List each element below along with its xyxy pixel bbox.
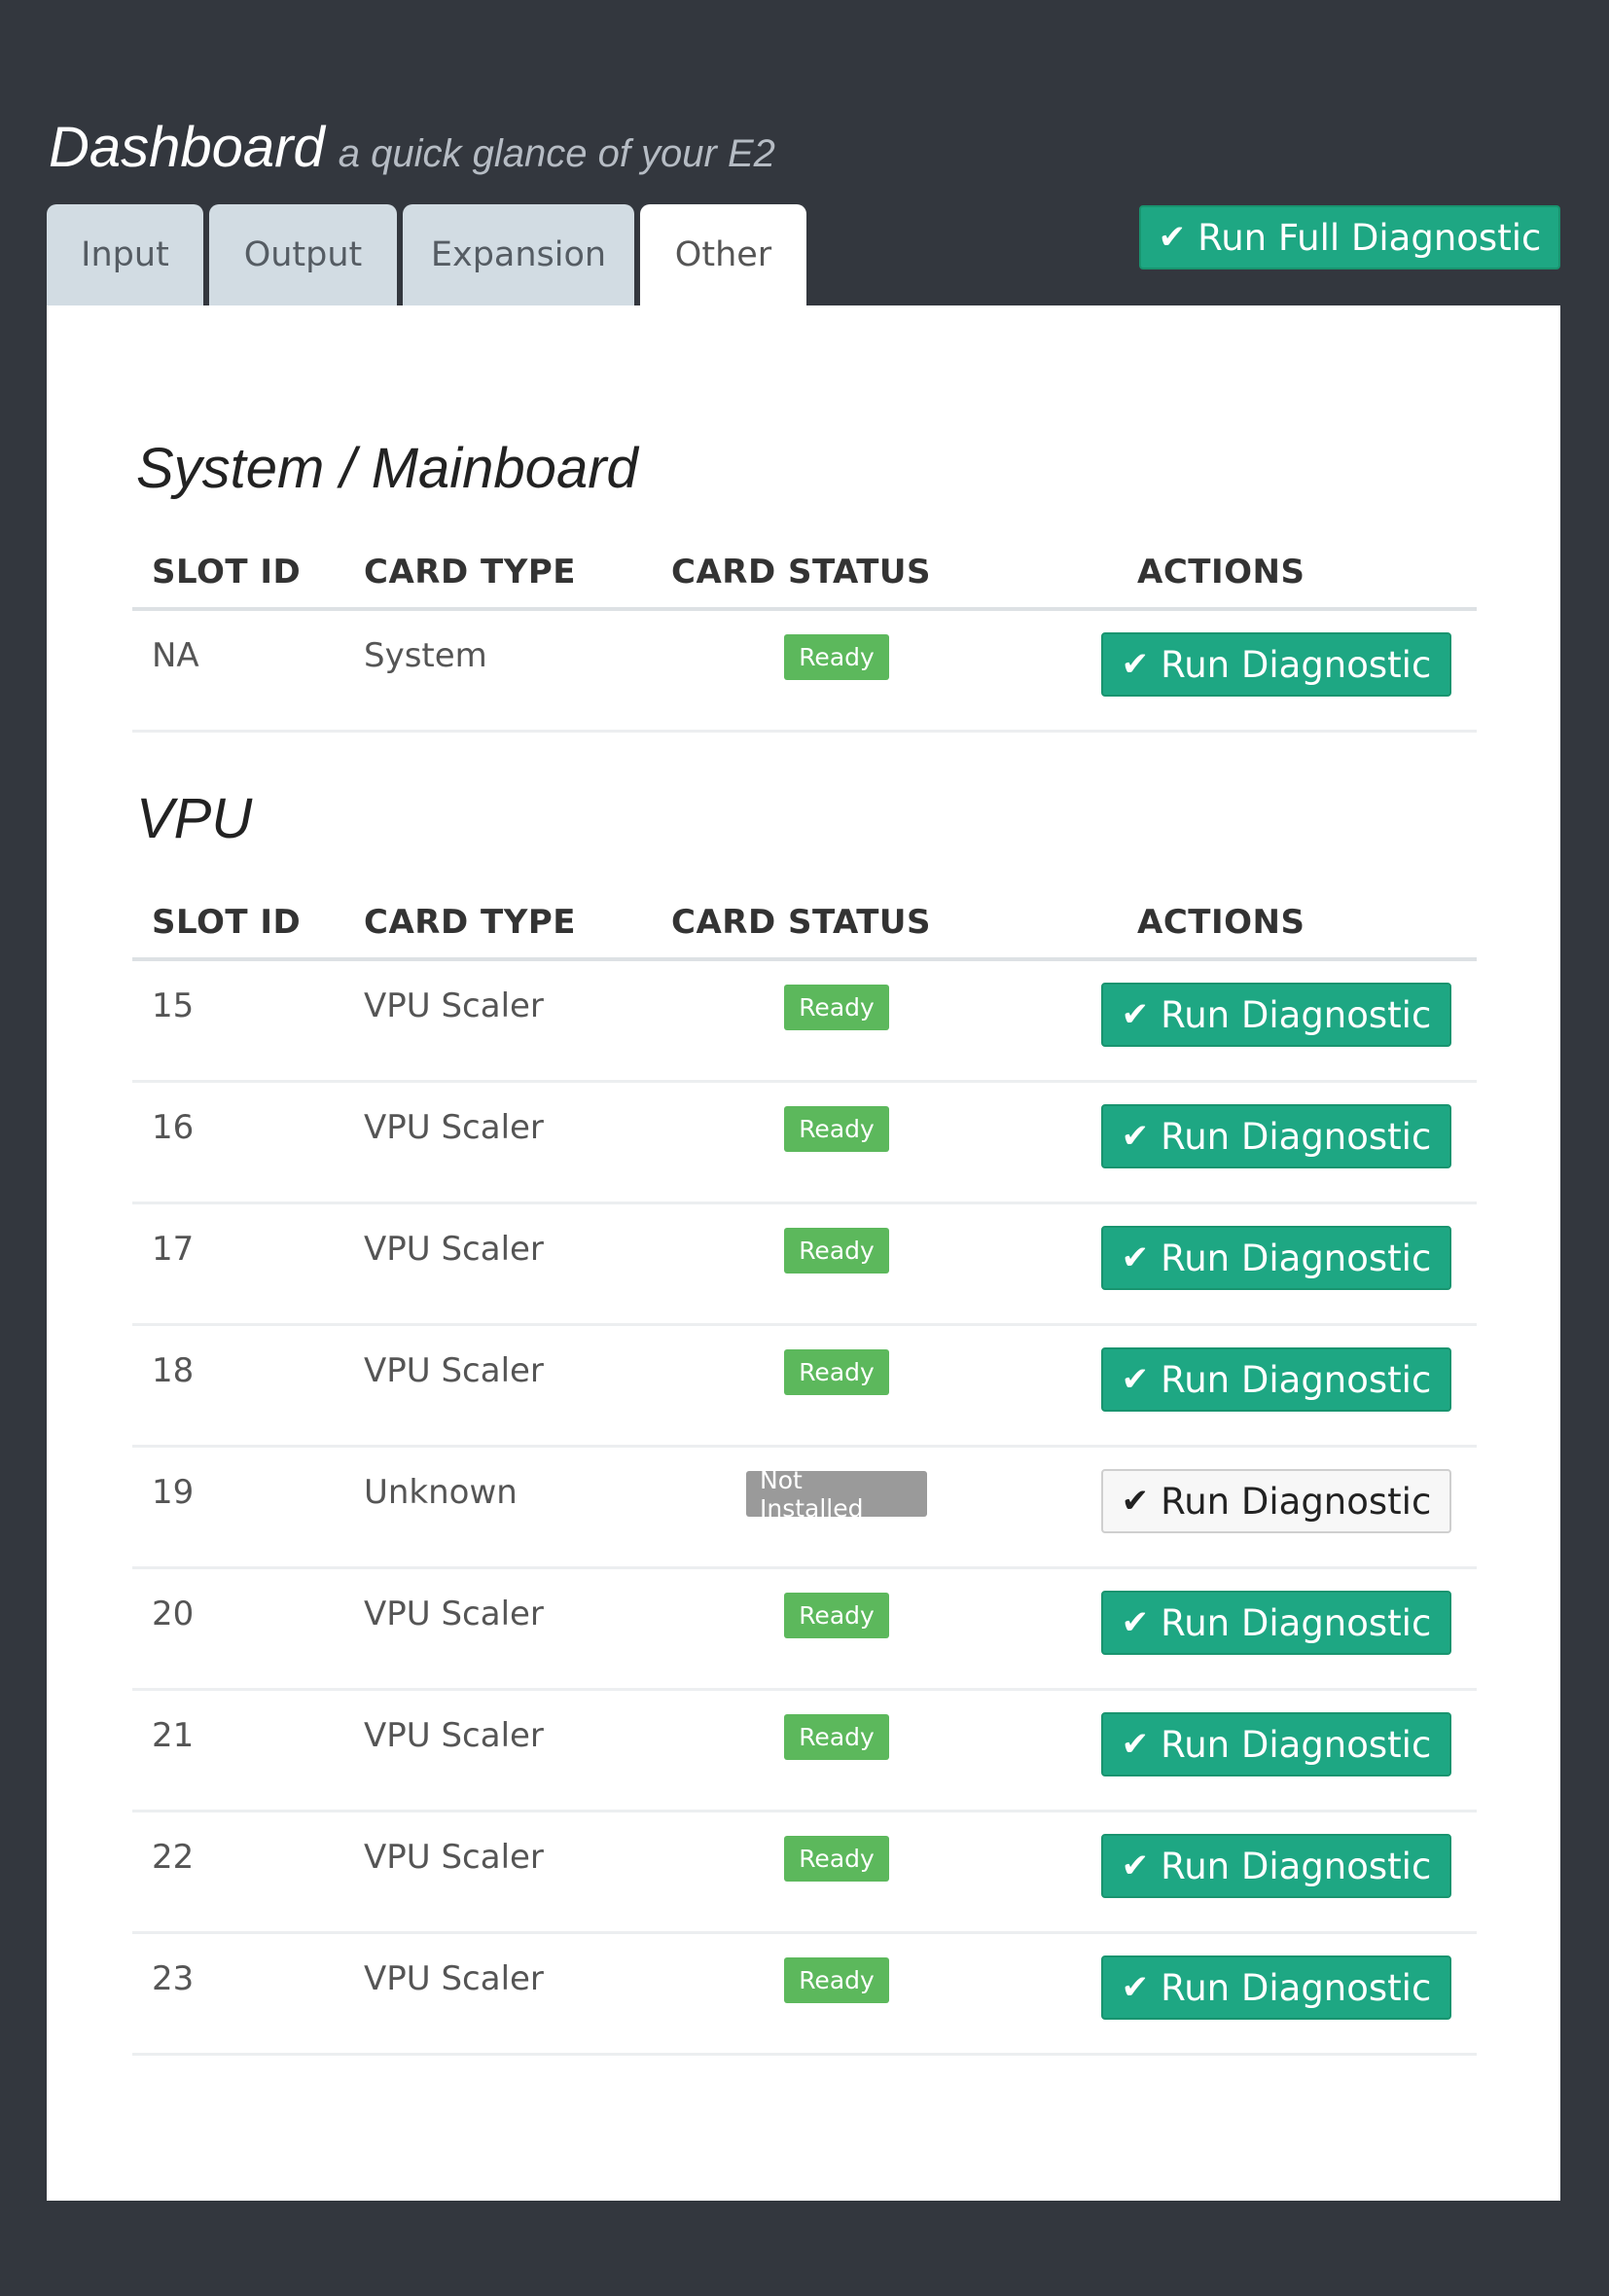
- col-slot-id: SLOT ID: [152, 903, 302, 942]
- check-icon: ✔: [1121, 1725, 1150, 1764]
- table-row: 22 VPU Scaler Ready ✔ Run Diagnostic: [132, 1812, 1477, 1934]
- card-type: VPU Scaler: [364, 1838, 544, 1877]
- tab-output[interactable]: Output: [209, 204, 397, 305]
- slot-id: NA: [152, 636, 199, 675]
- run-diagnostic-button[interactable]: ✔ Run Diagnostic: [1101, 1469, 1451, 1533]
- status-badge: Ready: [784, 1714, 889, 1760]
- check-icon: ✔: [1121, 1238, 1150, 1277]
- run-diagnostic-button[interactable]: ✔ Run Diagnostic: [1101, 1834, 1451, 1898]
- status-badge: Ready: [784, 634, 889, 680]
- status-badge: Ready: [784, 1106, 889, 1152]
- check-icon: ✔: [1121, 1482, 1150, 1521]
- run-diagnostic-button[interactable]: ✔ Run Diagnostic: [1101, 1712, 1451, 1776]
- table-header-system: SLOT ID CARD TYPE CARD STATUS ACTIONS: [132, 545, 1477, 611]
- check-icon: ✔: [1121, 1968, 1150, 2007]
- section-title-system: System / Mainboard: [136, 437, 638, 500]
- page-title: Dashboard a quick glance of your E2: [49, 115, 775, 180]
- dashboard-title: Dashboard: [49, 116, 325, 179]
- run-diagnostic-button[interactable]: ✔ Run Diagnostic: [1101, 1226, 1451, 1290]
- check-icon: ✔: [1121, 995, 1150, 1034]
- table-row: 19 Unknown Not Installed ✔ Run Diagnostic: [132, 1448, 1477, 1569]
- card-type: VPU Scaler: [364, 1595, 544, 1633]
- run-diagnostic-button[interactable]: ✔ Run Diagnostic: [1101, 1347, 1451, 1412]
- run-diagnostic-button[interactable]: ✔ Run Diagnostic: [1101, 1104, 1451, 1168]
- check-icon: ✔: [1121, 1360, 1150, 1399]
- status-badge: Ready: [784, 1349, 889, 1395]
- slot-id: 18: [152, 1351, 195, 1390]
- col-card-status: CARD STATUS: [671, 553, 932, 592]
- table-header-vpu: SLOT ID CARD TYPE CARD STATUS ACTIONS: [132, 895, 1477, 961]
- run-diagnostic-label: Run Diagnostic: [1161, 1723, 1432, 1766]
- check-icon: ✔: [1121, 1117, 1150, 1156]
- status-badge: Ready: [784, 985, 889, 1030]
- table-row: 20 VPU Scaler Ready ✔ Run Diagnostic: [132, 1569, 1477, 1691]
- run-diagnostic-button[interactable]: ✔ Run Diagnostic: [1101, 983, 1451, 1047]
- run-diagnostic-label: Run Diagnostic: [1161, 1358, 1432, 1401]
- tab-other[interactable]: Other: [640, 204, 806, 305]
- col-card-type: CARD TYPE: [364, 903, 576, 942]
- table-row: 23 VPU Scaler Ready ✔ Run Diagnostic: [132, 1934, 1477, 2056]
- section-title-vpu: VPU: [136, 787, 253, 850]
- content-panel: System / Mainboard SLOT ID CARD TYPE CAR…: [47, 305, 1560, 2201]
- table-row: 16 VPU Scaler Ready ✔ Run Diagnostic: [132, 1083, 1477, 1204]
- tab-expansion[interactable]: Expansion: [403, 204, 634, 305]
- run-diagnostic-label: Run Diagnostic: [1161, 1237, 1432, 1279]
- status-badge: Not Installed: [746, 1466, 927, 1523]
- slot-id: 22: [152, 1838, 195, 1877]
- card-type: System: [364, 636, 487, 675]
- col-card-type: CARD TYPE: [364, 553, 576, 592]
- tab-input[interactable]: Input: [47, 204, 203, 305]
- slot-id: 15: [152, 987, 195, 1025]
- dashboard-subtitle: a quick glance of your E2: [338, 132, 775, 175]
- col-actions: ACTIONS: [1137, 553, 1305, 592]
- card-type: VPU Scaler: [364, 1351, 544, 1390]
- card-type: VPU Scaler: [364, 1716, 544, 1755]
- col-slot-id: SLOT ID: [152, 553, 302, 592]
- table-row: 18 VPU Scaler Ready ✔ Run Diagnostic: [132, 1326, 1477, 1448]
- run-diagnostic-label: Run Diagnostic: [1161, 1115, 1432, 1158]
- slot-id: 20: [152, 1595, 195, 1633]
- run-diagnostic-button[interactable]: ✔ Run Diagnostic: [1101, 1591, 1451, 1655]
- col-actions: ACTIONS: [1137, 903, 1305, 942]
- status-badge: Ready: [784, 1593, 889, 1638]
- table-row: NA System Ready ✔ Run Diagnostic: [132, 611, 1477, 733]
- run-diagnostic-label: Run Diagnostic: [1161, 1845, 1432, 1887]
- slot-id: 23: [152, 1959, 195, 1998]
- status-badge: Ready: [784, 1957, 889, 2003]
- col-card-status: CARD STATUS: [671, 903, 932, 942]
- check-icon: ✔: [1121, 1847, 1150, 1885]
- card-type: Unknown: [364, 1473, 518, 1512]
- slot-id: 17: [152, 1230, 195, 1269]
- run-diagnostic-button[interactable]: ✔ Run Diagnostic: [1101, 1955, 1451, 2020]
- check-icon: ✔: [1121, 645, 1150, 684]
- status-badge: Ready: [784, 1836, 889, 1882]
- run-full-diagnostic-label: Run Full Diagnostic: [1198, 216, 1542, 259]
- run-full-diagnostic-button[interactable]: ✔ Run Full Diagnostic: [1139, 205, 1560, 269]
- status-badge: Ready: [784, 1228, 889, 1274]
- run-diagnostic-label: Run Diagnostic: [1161, 1966, 1432, 2009]
- check-icon: ✔: [1158, 218, 1187, 257]
- card-type: VPU Scaler: [364, 1959, 544, 1998]
- slot-id: 21: [152, 1716, 195, 1755]
- run-diagnostic-label: Run Diagnostic: [1161, 1601, 1432, 1644]
- table-row: 15 VPU Scaler Ready ✔ Run Diagnostic: [132, 961, 1477, 1083]
- slot-id: 19: [152, 1473, 195, 1512]
- run-diagnostic-label: Run Diagnostic: [1161, 1480, 1432, 1523]
- card-type: VPU Scaler: [364, 987, 544, 1025]
- run-diagnostic-label: Run Diagnostic: [1161, 643, 1432, 686]
- table-row: 21 VPU Scaler Ready ✔ Run Diagnostic: [132, 1691, 1477, 1812]
- card-type: VPU Scaler: [364, 1230, 544, 1269]
- check-icon: ✔: [1121, 1603, 1150, 1642]
- table-row: 17 VPU Scaler Ready ✔ Run Diagnostic: [132, 1204, 1477, 1326]
- slot-id: 16: [152, 1108, 195, 1147]
- run-diagnostic-button[interactable]: ✔ Run Diagnostic: [1101, 632, 1451, 697]
- card-type: VPU Scaler: [364, 1108, 544, 1147]
- run-diagnostic-label: Run Diagnostic: [1161, 993, 1432, 1036]
